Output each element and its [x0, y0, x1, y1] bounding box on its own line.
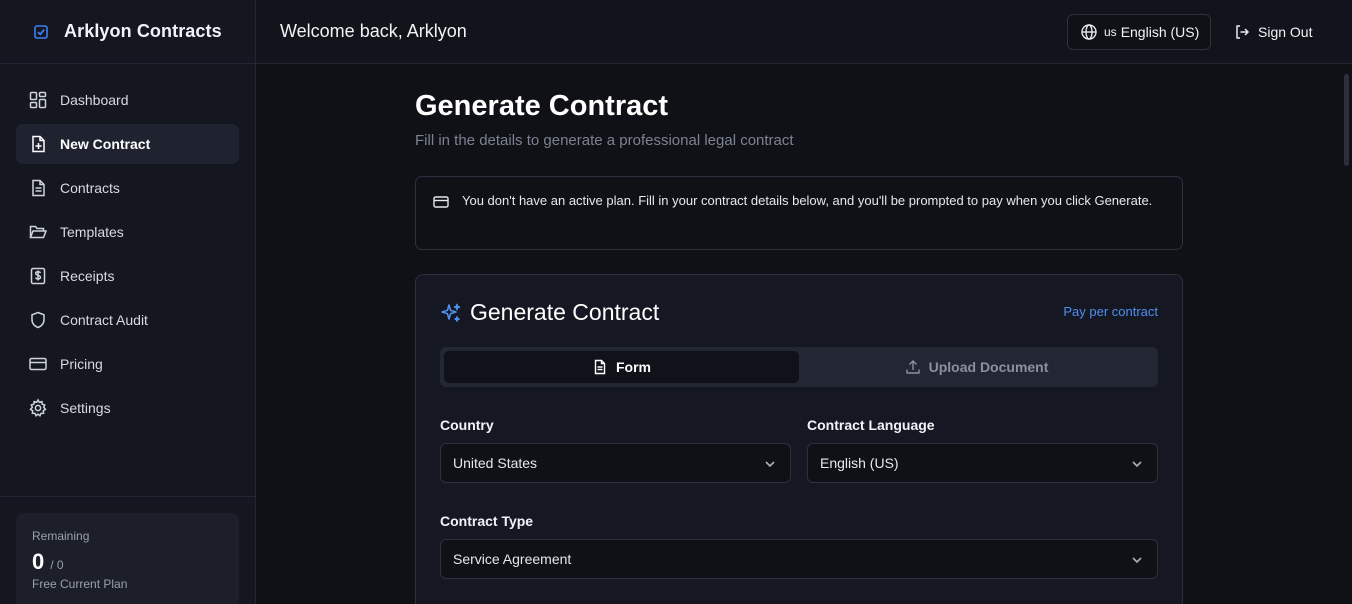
card-header: Generate Contract: [440, 299, 659, 326]
sidebar-item-label: New Contract: [60, 136, 151, 152]
scrollbar-thumb[interactable]: [1344, 74, 1349, 166]
page-title: Generate Contract: [415, 90, 669, 122]
tab-label: Upload Document: [928, 359, 1049, 375]
sidebar-item-dashboard[interactable]: Dashboard: [16, 80, 239, 120]
no-plan-notice: You don't have an active plan. Fill in y…: [415, 176, 1183, 250]
brand-name: Arklyon Contracts: [64, 21, 222, 41]
credit-card-icon: [432, 193, 450, 211]
sidebar-item-settings[interactable]: Settings: [16, 388, 239, 428]
plan-remaining-label: Remaining: [32, 529, 90, 543]
dashboard-grid-icon: [28, 90, 48, 110]
plan-total-value: / 0: [50, 558, 64, 572]
sidebar-item-contract-audit[interactable]: Contract Audit: [16, 300, 239, 340]
plan-usage-card: Remaining 0 / 0 Free Current Plan: [16, 513, 239, 604]
sidebar-divider: [0, 496, 256, 497]
top-header: Welcome back, Arklyon us English (US) Si…: [256, 0, 1352, 64]
check-square-icon: [32, 23, 50, 41]
shield-icon: [28, 310, 48, 330]
dollar-file-icon: [28, 266, 48, 286]
plan-name: Free Current Plan: [32, 577, 128, 591]
credit-card-icon: [28, 354, 48, 374]
contract-type-label: Contract Type: [440, 513, 534, 529]
contract-type-select-value: Service Agreement: [453, 551, 572, 567]
plan-count: 0 / 0: [32, 549, 223, 575]
chevron-down-icon: [1129, 456, 1145, 472]
contract-language-label: Contract Language: [807, 417, 935, 433]
pay-per-contract-link[interactable]: Pay per contract: [1063, 304, 1158, 319]
sidebar-item-label: Receipts: [60, 268, 115, 284]
chevron-down-icon: [762, 456, 778, 472]
notice-text: You don't have an active plan. Fill in y…: [462, 193, 1153, 208]
sidebar-item-label: Dashboard: [60, 92, 129, 108]
globe-icon: [1080, 23, 1098, 41]
sign-out-label: Sign Out: [1258, 24, 1313, 40]
chevron-down-icon: [1129, 552, 1145, 568]
sparkles-icon: [440, 302, 462, 324]
country-select-value: United States: [453, 455, 538, 471]
sidebar-item-contracts[interactable]: Contracts: [16, 168, 239, 208]
file-plus-icon: [28, 134, 48, 154]
sidebar-item-label: Contract Audit: [60, 312, 148, 328]
sidebar-item-new-contract[interactable]: New Contract: [16, 124, 239, 164]
page-subtitle: Fill in the details to generate a profes…: [415, 132, 794, 149]
file-text-icon: [28, 178, 48, 198]
sidebar-item-label: Templates: [60, 224, 124, 240]
brand[interactable]: Arklyon Contracts: [0, 0, 255, 64]
welcome-message: Welcome back, Arklyon: [280, 21, 467, 41]
country-select[interactable]: United States: [440, 443, 791, 483]
input-mode-tabs: Form Upload Document: [440, 347, 1158, 387]
file-text-icon: [592, 359, 608, 375]
tab-label: Form: [616, 359, 651, 375]
country-label: Country: [440, 417, 494, 433]
sign-out-button[interactable]: Sign Out: [1234, 14, 1312, 50]
upload-icon: [905, 359, 921, 375]
card-title: Generate Contract: [470, 299, 660, 325]
log-out-icon: [1234, 24, 1250, 40]
contract-language-select-value: English (US): [820, 455, 899, 471]
sidebar: Arklyon Contracts Dashboard New Contract…: [0, 0, 256, 604]
generate-contract-card: Generate Contract Pay per contract Form …: [415, 274, 1183, 604]
folder-open-icon: [28, 222, 48, 242]
sidebar-item-label: Settings: [60, 400, 111, 416]
contract-language-select[interactable]: English (US): [807, 443, 1158, 483]
sidebar-item-label: Pricing: [60, 356, 103, 372]
sidebar-item-label: Contracts: [60, 180, 120, 196]
plan-remaining-value: 0: [32, 549, 45, 574]
contract-type-select[interactable]: Service Agreement: [440, 539, 1158, 579]
sidebar-nav: Dashboard New Contract Contracts Templat…: [0, 64, 255, 448]
sidebar-item-pricing[interactable]: Pricing: [16, 344, 239, 384]
language-label: English (US): [1120, 24, 1200, 40]
sidebar-item-templates[interactable]: Templates: [16, 212, 239, 252]
tab-form[interactable]: Form: [444, 351, 799, 383]
tab-upload-document[interactable]: Upload Document: [799, 351, 1154, 383]
main-scrollbar[interactable]: [1342, 64, 1352, 604]
sidebar-item-receipts[interactable]: Receipts: [16, 256, 239, 296]
language-code: us: [1104, 25, 1117, 39]
language-selector-button[interactable]: us English (US): [1067, 14, 1211, 50]
gear-icon: [28, 398, 48, 418]
